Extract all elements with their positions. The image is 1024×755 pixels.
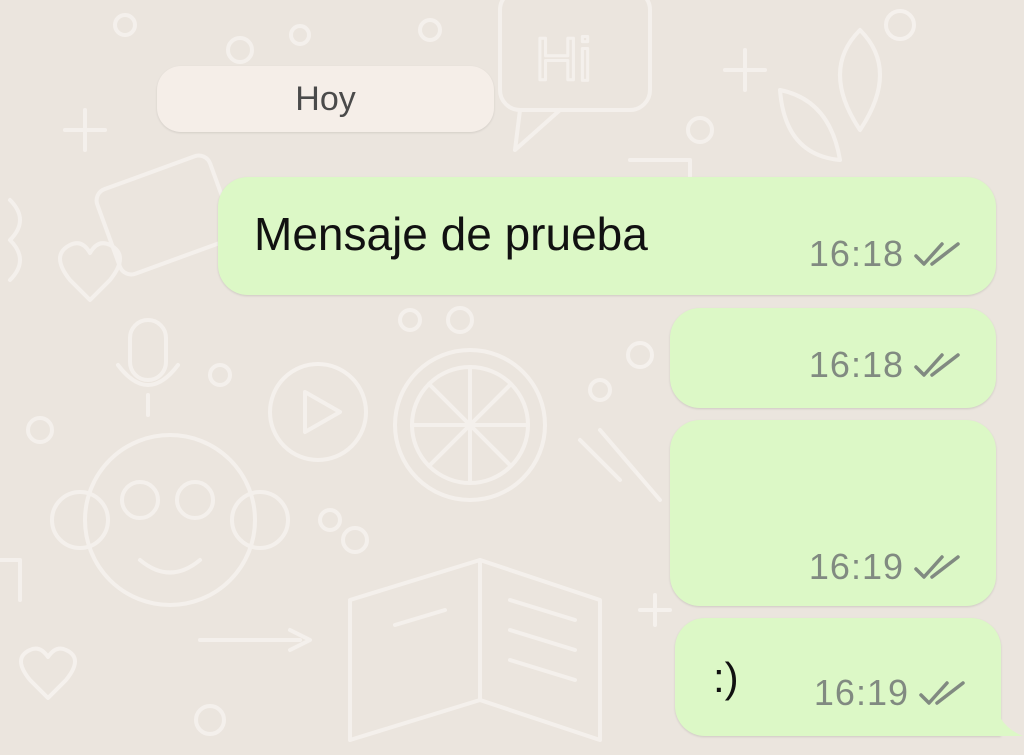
message-time: 16:19: [808, 546, 904, 587]
outgoing-message-bubble[interactable]: 16:19: [670, 420, 996, 606]
message-meta: 16:18: [809, 344, 962, 386]
message-text: Mensaje de prueba: [254, 208, 648, 260]
outgoing-message-bubble[interactable]: :) 16:19: [675, 618, 1023, 736]
svg-text:Hi: Hi: [535, 26, 592, 93]
message-text: :): [713, 654, 739, 701]
read-ticks-icon: [914, 353, 960, 377]
date-separator: Hoy: [157, 66, 494, 132]
message-meta: 16:19: [809, 546, 962, 588]
date-separator-label: Hoy: [295, 79, 356, 118]
read-ticks-icon: [914, 242, 960, 266]
message-meta: 16:19: [814, 672, 967, 714]
read-ticks-icon: [914, 555, 960, 579]
message-time: 16:18: [808, 233, 904, 274]
outgoing-message-bubble[interactable]: Mensaje de prueba 16:18: [218, 177, 996, 295]
outgoing-message-bubble[interactable]: 16:18: [670, 308, 996, 408]
bubble-tail: [993, 696, 1023, 736]
message-time: 16:18: [808, 344, 904, 385]
message-time: 16:19: [813, 672, 909, 713]
read-ticks-icon: [919, 681, 965, 705]
message-meta: 16:18: [809, 233, 962, 275]
